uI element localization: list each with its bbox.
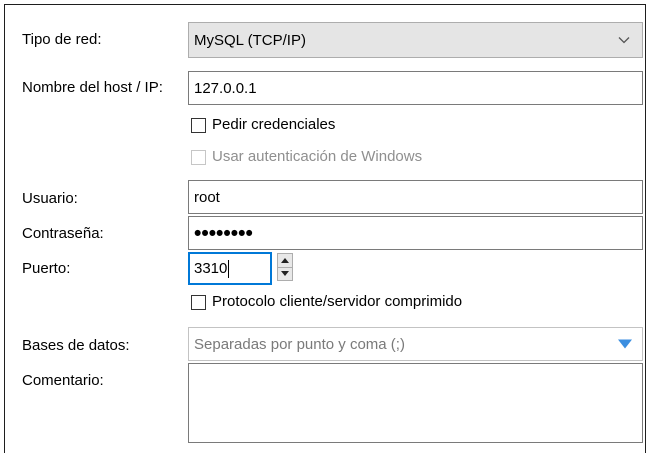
comment-label: Comentario: xyxy=(22,372,104,389)
user-value: root xyxy=(194,188,220,206)
port-label: Puerto: xyxy=(22,260,71,277)
session-settings-panel: Tipo de red: MySQL (TCP/IP) Nombre del h… xyxy=(4,4,646,453)
triangle-down-icon[interactable] xyxy=(618,336,632,353)
user-input[interactable]: root xyxy=(188,180,643,214)
port-value: 3310 xyxy=(194,260,228,277)
windows-auth-checkbox xyxy=(191,150,206,165)
comment-textarea[interactable] xyxy=(188,363,643,443)
network-type-label: Tipo de red: xyxy=(22,31,102,48)
spin-up-icon[interactable] xyxy=(277,253,293,268)
host-input[interactable]: 127.0.0.1 xyxy=(188,71,643,105)
user-label: Usuario: xyxy=(22,190,78,207)
ask-credentials-checkbox[interactable] xyxy=(191,118,206,133)
network-type-select[interactable]: MySQL (TCP/IP) xyxy=(188,22,643,58)
port-input[interactable]: 3310 xyxy=(188,252,272,285)
text-cursor xyxy=(228,259,230,278)
ask-credentials-label[interactable]: Pedir credenciales xyxy=(212,116,335,133)
compressed-protocol-checkbox[interactable] xyxy=(191,295,206,310)
spin-down-icon[interactable] xyxy=(277,266,293,281)
databases-input[interactable]: Separadas por punto y coma (;) xyxy=(188,327,643,361)
network-type-value: MySQL (TCP/IP) xyxy=(194,31,306,49)
host-label: Nombre del host / IP: xyxy=(22,79,163,96)
password-value: •••••••• xyxy=(194,221,253,245)
password-label: Contraseña: xyxy=(22,225,104,242)
chevron-down-icon xyxy=(618,32,630,49)
compressed-protocol-label[interactable]: Protocolo cliente/servidor comprimido xyxy=(212,293,462,310)
databases-placeholder: Separadas por punto y coma (;) xyxy=(194,335,405,353)
databases-label: Bases de datos: xyxy=(22,337,130,354)
port-spinner[interactable] xyxy=(277,253,293,281)
host-value: 127.0.0.1 xyxy=(194,79,257,97)
windows-auth-label: Usar autenticación de Windows xyxy=(212,148,423,165)
password-input[interactable]: •••••••• xyxy=(188,216,643,250)
